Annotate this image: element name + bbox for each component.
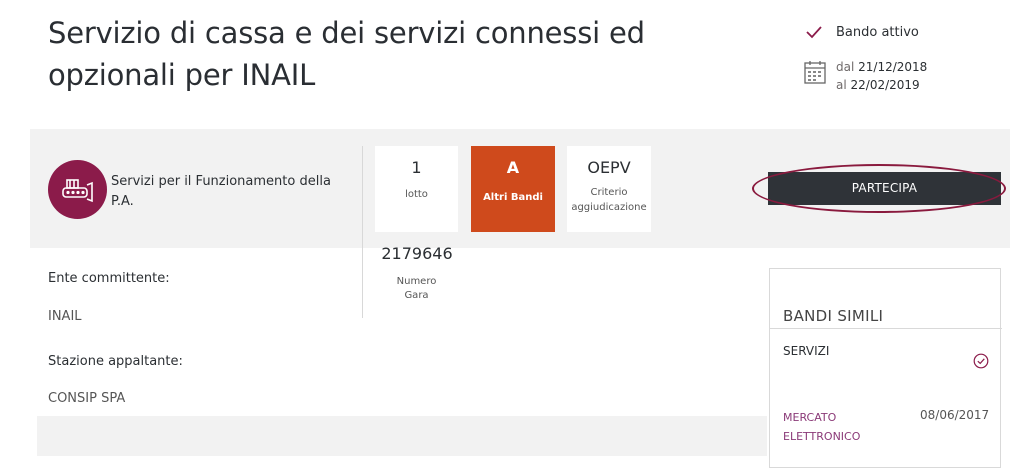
dates-row: dal 21/12/2018 al 22/02/2019 [804,58,1014,94]
date-from-row: dal 21/12/2018 [836,58,927,76]
similar-title: BANDI SIMILI [783,307,884,325]
numero-gara: 2179646 Numero Gara [375,244,458,303]
criterio-value: OEPV [587,158,631,177]
date-range: dal 21/12/2018 al 22/02/2019 [836,58,927,94]
ente-label: Ente committente: [48,271,170,286]
lotto-label: lotto [405,189,428,200]
similar-link-line2: ELETTRONICO [783,430,861,443]
check-icon [806,26,822,39]
tipo-value: A [506,158,520,177]
criterio-label: Criterio aggiudicazione [567,185,651,215]
tile-tipo-bando: A Altri Bandi [471,146,555,232]
stazione-value: CONSIP SPA [48,391,126,406]
category-label: Servizi per il Funzionamento della P.A. [111,174,331,209]
tile-criterio: OEPV Criterio aggiudicazione [567,146,651,232]
tile-lotto: 1 lotto [375,146,458,232]
divider [770,328,1002,329]
ente-value: INAIL [48,309,82,324]
similar-tenders-panel: BANDI SIMILI SERVIZI MERCATO ELETTRONICO… [769,268,1002,468]
date-from: 21/12/2018 [858,60,928,74]
services-icon [61,178,93,202]
similar-category: SERVIZI [783,344,830,358]
category-badge [48,160,107,219]
tipo-label: Altri Bandi [483,192,543,203]
status-panel: Bando attivo dal 21/12/2018 al 22/02/201… [804,22,1014,94]
date-to-prefix: al [836,78,847,92]
lotto-value: 1 [411,158,422,177]
divider [362,146,363,318]
status-row: Bando attivo [804,22,1014,42]
gara-value: 2179646 [381,244,453,263]
gara-label: Numero Gara [375,275,458,303]
gara-label-line1: Numero [396,276,437,287]
date-to: 22/02/2019 [850,78,920,92]
criterio-label-line1: Criterio [590,187,628,198]
similar-date: 08/06/2017 [920,408,990,422]
bottom-band [37,416,767,456]
status-text: Bando attivo [836,24,919,40]
stazione-label: Stazione appaltante: [48,354,183,369]
similar-tender-link[interactable]: MERCATO ELETTRONICO [783,408,883,446]
calendar-icon [804,61,826,84]
check-circle-icon [973,353,989,369]
similar-link-line1: MERCATO [783,411,837,424]
page-title: Servizio di cassa e dei servizi connessi… [48,16,645,92]
gara-label-line2: Gara [404,290,429,301]
criterio-label-line2: aggiudicazione [571,202,647,213]
partecipa-button[interactable]: PARTECIPA [768,172,1001,205]
date-from-prefix: dal [836,60,855,74]
date-to-row: al 22/02/2019 [836,76,927,94]
category: Servizi per il Funzionamento della P.A. [48,160,341,219]
